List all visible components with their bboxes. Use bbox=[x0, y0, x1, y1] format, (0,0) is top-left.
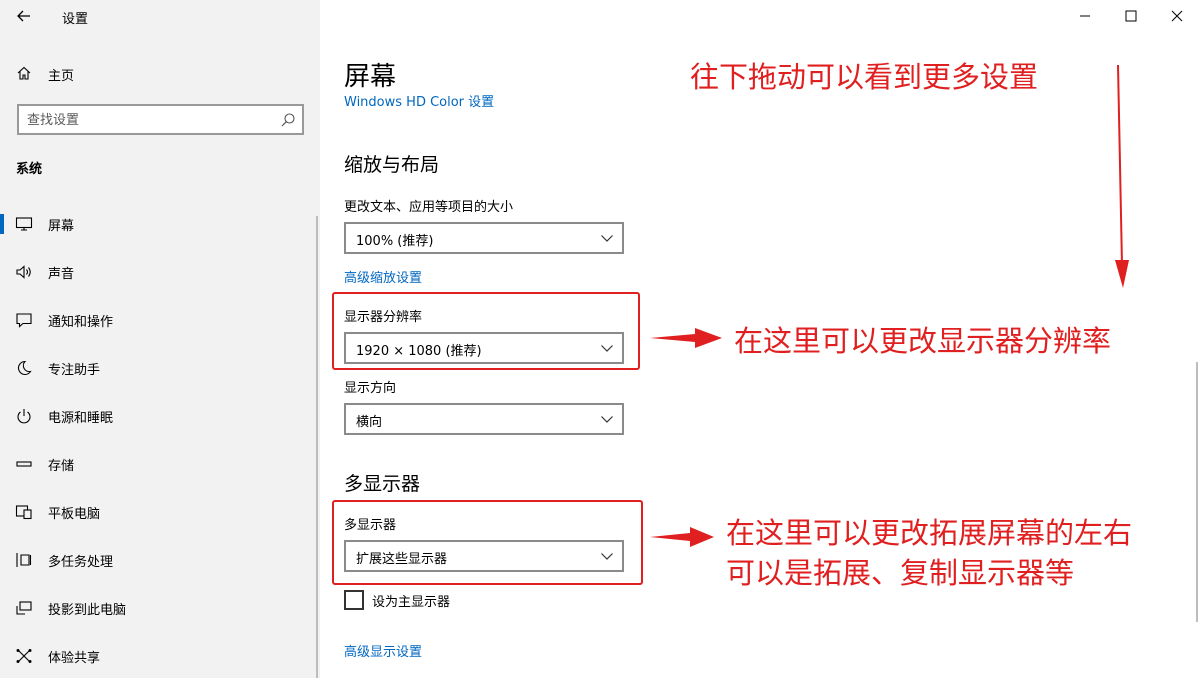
sidebar-item-label: 平板电脑 bbox=[48, 507, 101, 522]
search-box[interactable] bbox=[17, 104, 304, 135]
multi-display-highlight-box bbox=[332, 500, 643, 585]
storage-icon bbox=[16, 461, 32, 467]
sidebar-item-display[interactable]: 屏幕 bbox=[0, 204, 320, 244]
sidebar-item-multitasking[interactable]: 多任务处理 bbox=[0, 540, 320, 580]
app-title: 设置 bbox=[62, 12, 89, 27]
right-arrow-icon bbox=[650, 328, 722, 348]
orientation-label: 显示方向 bbox=[344, 381, 397, 396]
sidebar-item-label: 声音 bbox=[48, 267, 75, 282]
dropdown-value: 横向 bbox=[356, 415, 383, 430]
speaker-icon bbox=[16, 265, 31, 279]
chevron-down-icon bbox=[601, 416, 613, 423]
sidebar-item-label: 通知和操作 bbox=[48, 315, 114, 330]
moon-icon bbox=[17, 360, 32, 376]
sidebar-item-label: 主页 bbox=[48, 69, 75, 84]
sidebar-item-sound[interactable]: 声音 bbox=[0, 252, 320, 292]
sidebar-item-label: 多任务处理 bbox=[48, 555, 114, 570]
multi-display-hint-line1: 在这里可以更改拓展屏幕的左右 bbox=[726, 516, 1133, 550]
chevron-down-icon bbox=[601, 235, 613, 242]
minimize-button[interactable] bbox=[1074, 6, 1096, 26]
advanced-scaling-link[interactable]: 高级缩放设置 bbox=[344, 267, 422, 286]
sidebar-item-home[interactable]: 主页 bbox=[0, 58, 320, 88]
sidebar: 设置 主页 系统 屏幕 声音 通知和操作 专注助手 电源和睡眠 存储 平板电脑 … bbox=[0, 0, 320, 678]
search-icon[interactable] bbox=[280, 112, 296, 128]
dropdown-value: 100% (推荐) bbox=[356, 234, 434, 249]
resolution-highlight-box bbox=[332, 292, 640, 370]
home-icon bbox=[17, 66, 31, 80]
scale-layout-heading: 缩放与布局 bbox=[344, 154, 440, 176]
page-title: 屏幕 bbox=[344, 62, 397, 92]
multi-display-heading: 多显示器 bbox=[344, 473, 421, 495]
back-arrow-icon bbox=[17, 10, 30, 22]
text-size-label: 更改文本、应用等项目的大小 bbox=[344, 200, 514, 215]
maximize-icon bbox=[1125, 10, 1137, 22]
minimize-icon bbox=[1080, 15, 1090, 17]
sidebar-item-storage[interactable]: 存储 bbox=[0, 444, 320, 484]
back-button[interactable] bbox=[12, 4, 36, 28]
tablet-icon bbox=[15, 505, 32, 520]
sidebar-item-power[interactable]: 电源和睡眠 bbox=[0, 396, 320, 436]
sidebar-item-label: 存储 bbox=[48, 459, 75, 474]
close-button[interactable] bbox=[1166, 6, 1188, 26]
share-icon bbox=[16, 649, 32, 663]
sidebar-item-label: 专注助手 bbox=[48, 363, 101, 378]
power-icon bbox=[17, 409, 31, 424]
text-size-dropdown[interactable]: 100% (推荐) bbox=[344, 222, 624, 254]
multitask-icon bbox=[16, 553, 32, 567]
right-arrow-icon bbox=[650, 527, 714, 547]
monitor-icon bbox=[15, 217, 33, 231]
sidebar-item-shared-experiences[interactable]: 体验共享 bbox=[0, 636, 320, 676]
primary-display-label: 设为主显示器 bbox=[372, 595, 451, 610]
sidebar-item-label: 投影到此电脑 bbox=[48, 603, 127, 618]
primary-display-checkbox[interactable] bbox=[344, 590, 364, 610]
sidebar-item-project[interactable]: 投影到此电脑 bbox=[0, 588, 320, 628]
scroll-hint-annotation: 往下拖动可以看到更多设置 bbox=[690, 60, 1039, 94]
advanced-display-settings-link[interactable]: 高级显示设置 bbox=[344, 641, 422, 660]
down-arrow-icon bbox=[1115, 64, 1129, 288]
orientation-dropdown[interactable]: 横向 bbox=[344, 403, 624, 435]
maximize-button[interactable] bbox=[1120, 6, 1142, 26]
sidebar-item-label: 屏幕 bbox=[48, 219, 75, 234]
sidebar-item-notifications[interactable]: 通知和操作 bbox=[0, 300, 320, 340]
project-icon bbox=[16, 601, 32, 615]
section-label-system: 系统 bbox=[16, 162, 43, 177]
notification-icon bbox=[16, 313, 32, 328]
sidebar-item-tablet[interactable]: 平板电脑 bbox=[0, 492, 320, 532]
search-input[interactable] bbox=[27, 110, 267, 130]
hd-color-settings-link[interactable]: Windows HD Color 设置 bbox=[344, 91, 494, 110]
sidebar-item-label: 体验共享 bbox=[48, 651, 101, 666]
sidebar-item-focus-assist[interactable]: 专注助手 bbox=[0, 348, 320, 388]
resolution-hint-annotation: 在这里可以更改显示器分辨率 bbox=[734, 324, 1112, 358]
sidebar-scrollbar[interactable] bbox=[316, 216, 318, 678]
sidebar-item-label: 电源和睡眠 bbox=[48, 411, 114, 426]
close-icon bbox=[1171, 10, 1183, 22]
main-scrollbar[interactable] bbox=[1196, 362, 1198, 622]
multi-display-hint-line2: 可以是拓展、复制显示器等 bbox=[726, 556, 1075, 590]
